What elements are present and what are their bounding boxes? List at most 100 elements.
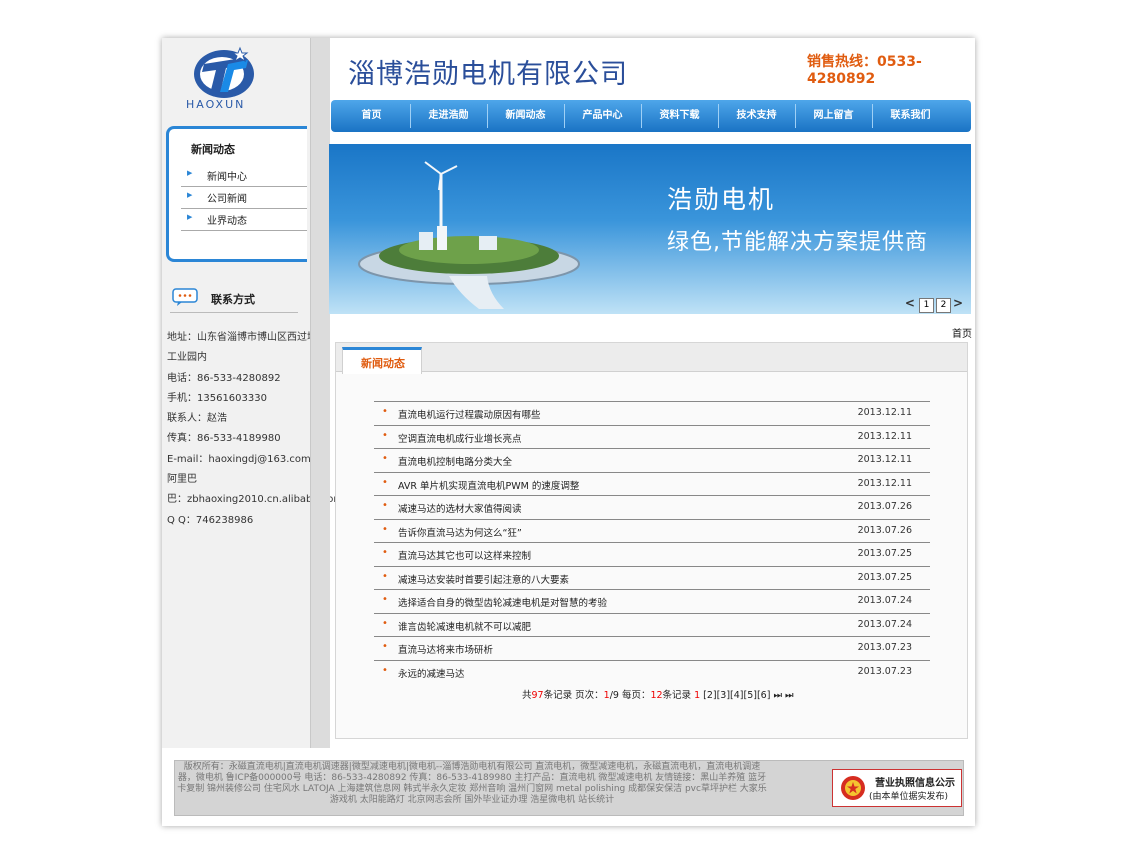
news-title[interactable]: 减速马达的选材大家值得阅读 xyxy=(398,501,522,515)
contact-phone: 电话：86-533-4280892 xyxy=(167,372,281,384)
arrow-right-icon: ▶ xyxy=(187,191,193,199)
news-row[interactable]: • 告诉你直流马达为何这么“狂” 2013.07.26 xyxy=(374,518,930,543)
pagination-text: 条记录 xyxy=(662,690,695,701)
license-subtitle: (由本单位据实发布) xyxy=(869,792,949,802)
banner-page-1[interactable]: 1 xyxy=(918,298,934,313)
tab-label: 新闻动态 xyxy=(361,357,405,370)
news-row[interactable]: • 空调直流电机成行业增长亮点 2013.12.11 xyxy=(374,424,930,449)
bullet-icon: • xyxy=(382,664,388,676)
news-row[interactable]: • AVR 单片机实现直流电机PWM 的速度调整 2013.12.11 xyxy=(374,471,930,496)
nav-news[interactable]: 新闻动态 xyxy=(487,100,564,132)
news-title[interactable]: 永远的减速马达 xyxy=(398,666,465,680)
sidebar-item-label: 新闻中心 xyxy=(207,172,247,183)
nav-downloads[interactable]: 资料下载 xyxy=(641,100,718,132)
bullet-icon: • xyxy=(382,476,388,488)
pagination-total: 97 xyxy=(531,690,544,701)
news-title[interactable]: 直流马达其它也可以这样来控制 xyxy=(398,548,531,562)
contact-fax: 传真：86-533-4189980 xyxy=(167,433,281,445)
next-arrow-icon[interactable]: > xyxy=(953,296,963,310)
banner-pager: <1 2 > xyxy=(903,296,965,313)
bullet-icon: • xyxy=(382,429,388,441)
news-title[interactable]: 直流电机运行过程震动原因有哪些 xyxy=(398,407,541,421)
contact-mobile: 手机：13561603330 xyxy=(167,392,267,404)
national-emblem-icon xyxy=(841,776,865,800)
news-row[interactable]: • 直流电机控制电路分类大全 2013.12.11 xyxy=(374,448,930,472)
pagination: 共97条记录 页次：1/9 每页：12条记录 1 [2][3][4][5][6]… xyxy=(522,687,794,701)
news-date: 2013.12.11 xyxy=(857,430,912,442)
bullet-icon: • xyxy=(382,547,388,558)
news-row[interactable]: • 直流马达其它也可以这样来控制 2013.07.25 xyxy=(374,542,930,566)
nav-tech-support[interactable]: 技术支持 xyxy=(718,100,795,132)
news-title[interactable]: 减速马达安装时首要引起注意的八大要素 xyxy=(398,572,569,586)
logo-text: HAOXUN xyxy=(186,98,246,111)
bullet-icon: • xyxy=(382,453,388,464)
sidebar-title: 新闻动态 xyxy=(191,143,235,156)
news-date: 2013.07.25 xyxy=(857,548,912,559)
contact-list: 地址：山东省淄博市博山区西过境路 工业园内 电话：86-533-4280892 … xyxy=(167,328,344,531)
contact-email: E-mail：haoxingdj@163.com xyxy=(167,453,311,465)
news-title[interactable]: 空调直流电机成行业增长亮点 xyxy=(398,431,522,445)
bullet-icon: • xyxy=(382,617,388,629)
tab-news[interactable]: 新闻动态 xyxy=(342,347,422,374)
bullet-icon: • xyxy=(382,406,388,417)
news-date: 2013.07.25 xyxy=(857,571,912,583)
nav-guestbook[interactable]: 网上留言 xyxy=(795,100,872,132)
company-name: 淄博浩勋电机有限公司 xyxy=(348,59,628,90)
bullet-icon: • xyxy=(382,641,388,652)
nav-about[interactable]: 走进浩勋 xyxy=(410,100,487,132)
news-row[interactable]: • 直流马达将来市场研析 2013.07.23 xyxy=(374,636,930,660)
banner-page-2[interactable]: 2 xyxy=(935,298,951,313)
nav-contact[interactable]: 联系我们 xyxy=(872,100,949,132)
contact-qq: Q Q：746238986 xyxy=(167,514,254,526)
chat-bubble-icon xyxy=(172,288,198,306)
news-row[interactable]: • 选择适合自身的微型齿轮减速电机是对智慧的考验 2013.07.24 xyxy=(374,589,930,613)
news-title[interactable]: 直流电机控制电路分类大全 xyxy=(398,454,512,468)
arrow-right-icon: ▶ xyxy=(187,169,193,177)
contact-title: 联系方式 xyxy=(211,293,255,306)
news-title[interactable]: 选择适合自身的微型齿轮减速电机是对智慧的考验 xyxy=(398,595,607,609)
news-row[interactable]: • 直流电机运行过程震动原因有哪些 2013.12.11 xyxy=(374,401,930,425)
news-date: 2013.12.11 xyxy=(857,454,912,465)
left-column: HAOXUN 新闻动态 ▶ 新闻中心 ▶ 公司新闻 ▶ 业界动态 联系方式 地址… xyxy=(162,38,343,748)
news-date: 2013.07.26 xyxy=(857,501,912,512)
sales-hotline: 销售热线：0533-4280892 xyxy=(807,54,922,87)
prev-arrow-icon[interactable]: < xyxy=(905,296,915,310)
banner-subtitle: 绿色,节能解决方案提供商 xyxy=(667,230,928,255)
contact-address-cont: 工业园内 xyxy=(167,352,207,364)
sidebar-item-company-news[interactable]: ▶ 公司新闻 xyxy=(181,187,307,209)
news-list: • 直流电机运行过程震动原因有哪些 2013.12.11 • 空调直流电机成行业增长亮… xyxy=(374,401,930,683)
news-title[interactable]: 告诉你直流马达为何这么“狂” xyxy=(398,525,522,539)
news-date: 2013.12.11 xyxy=(857,477,912,489)
news-row[interactable]: • 减速马达安装时首要引起注意的八大要素 2013.07.25 xyxy=(374,565,930,590)
news-row[interactable]: • 永远的减速马达 2013.07.23 xyxy=(374,659,930,684)
sidebar-item-label: 公司新闻 xyxy=(207,194,247,205)
bullet-icon: • xyxy=(382,594,388,605)
main-nav: 首页 走进浩勋 新闻动态 产品中心 资料下载 技术支持 网上留言 联系我们 xyxy=(331,100,971,132)
footer-copyright-links[interactable]: 版权所有：永磁直流电机|直流电机调速器|微型减速电机|微电机--淄博浩勋电机有限… xyxy=(177,762,767,806)
news-date: 2013.07.24 xyxy=(857,595,912,606)
nav-home[interactable]: 首页 xyxy=(333,100,410,132)
hero-banner: 浩勋电机 绿色,节能解决方案提供商 <1 2 > xyxy=(329,144,971,314)
sidebar-item-news-center[interactable]: ▶ 新闻中心 xyxy=(181,165,307,187)
pagination-prefix: 共 xyxy=(522,690,532,701)
contact-alibaba-label: 阿里巴 xyxy=(167,474,197,486)
news-date: 2013.07.26 xyxy=(857,524,912,536)
news-title[interactable]: 直流马达将来市场研析 xyxy=(398,642,493,656)
breadcrumb[interactable]: 首页 xyxy=(952,325,972,340)
news-row[interactable]: • 减速马达的选材大家值得阅读 2013.07.26 xyxy=(374,495,930,519)
news-title[interactable]: AVR 单片机实现直流电机PWM 的速度调整 xyxy=(398,478,579,492)
floating-island-illustration xyxy=(358,161,580,309)
pagination-text: 条记录 页次： xyxy=(543,690,604,701)
pagination-text: /9 每页： xyxy=(609,690,651,701)
footer: 版权所有：永磁直流电机|直流电机调速器|微型减速电机|微电机--淄博浩勋电机有限… xyxy=(174,760,964,816)
news-title[interactable]: 谁言齿轮减速电机就不可以减肥 xyxy=(398,619,531,633)
nav-products[interactable]: 产品中心 xyxy=(564,100,641,132)
sidebar-item-industry-news[interactable]: ▶ 业界动态 xyxy=(181,209,307,231)
page-container: HAOXUN 新闻动态 ▶ 新闻中心 ▶ 公司新闻 ▶ 业界动态 联系方式 地址… xyxy=(162,38,975,826)
news-row[interactable]: • 谁言齿轮减速电机就不可以减肥 2013.07.24 xyxy=(374,612,930,637)
sidebar-item-label: 业界动态 xyxy=(207,216,247,227)
contact-alibaba: 巴：zbhaoxing2010.cn.alibaba.com xyxy=(167,494,344,506)
pagination-page-links[interactable]: [2][3][4][5][6] ⏭ ⏭ xyxy=(700,690,793,701)
bullet-icon: • xyxy=(382,570,388,582)
business-license-badge[interactable]: 营业执照信息公示 (由本单位据实发布) xyxy=(832,769,962,807)
